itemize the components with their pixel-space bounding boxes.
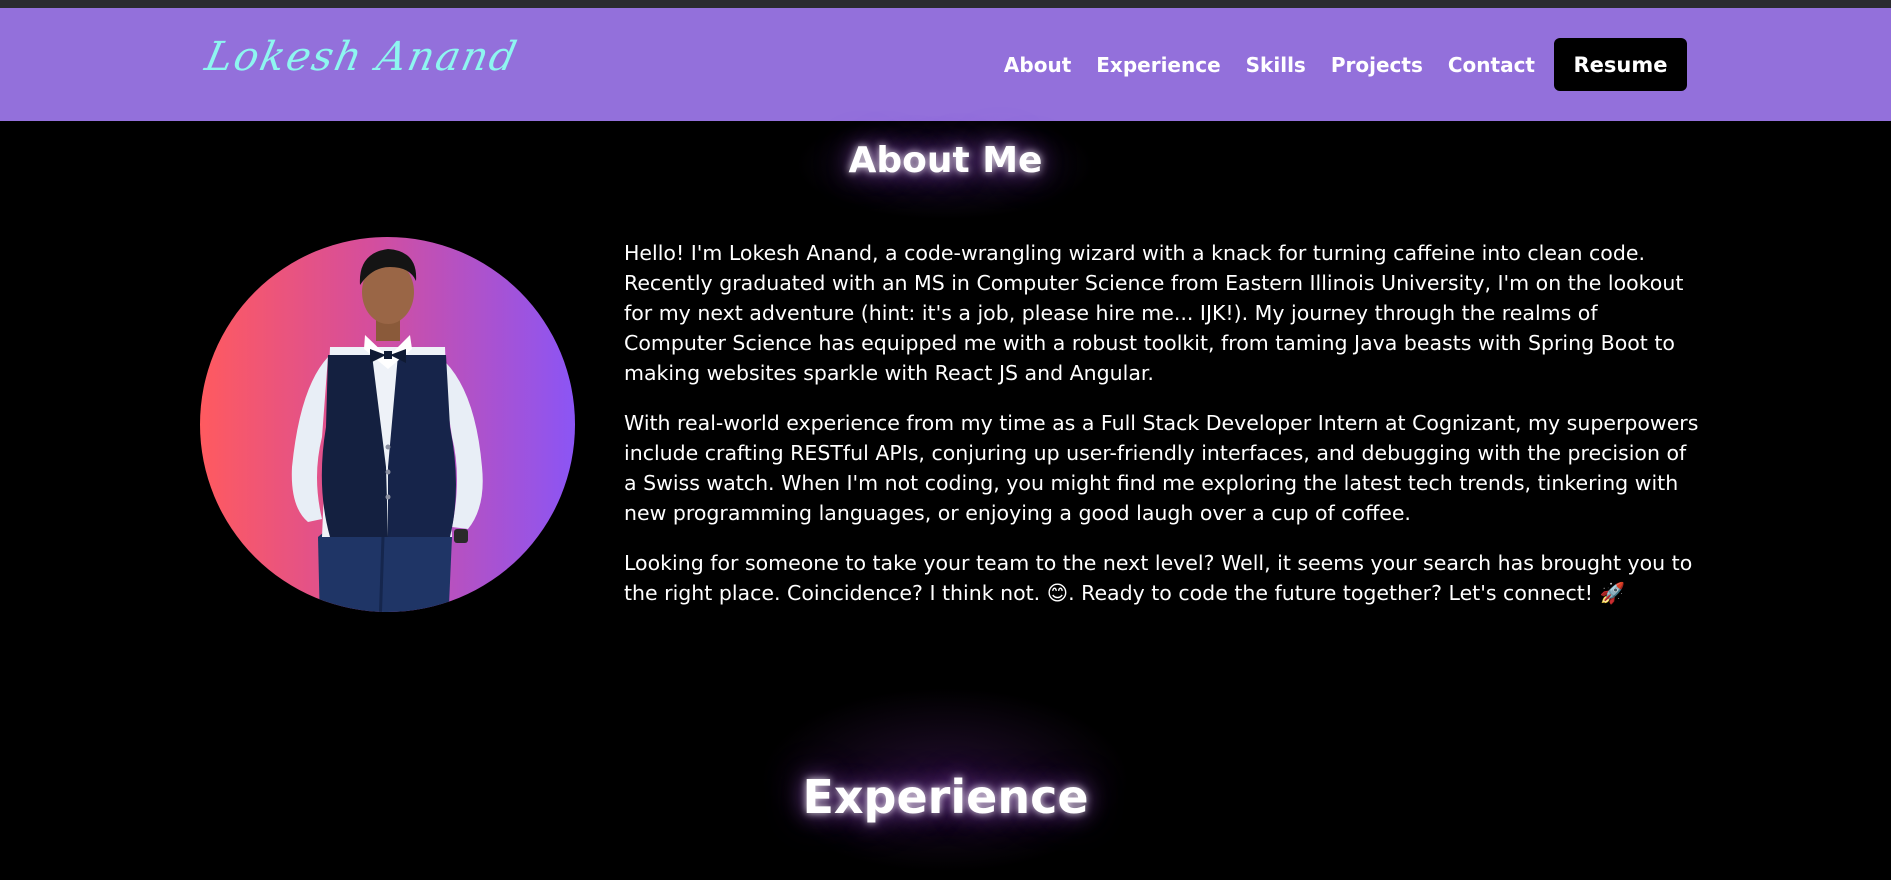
nav-link-about[interactable]: About xyxy=(1004,53,1071,77)
experience-title: Experience xyxy=(802,770,1089,824)
navbar: Lokesh Anand About Experience Skills Pro… xyxy=(0,8,1891,121)
about-paragraph: With real-world experience from my time … xyxy=(624,411,1699,525)
about-paragraph: Hello! I'm Lokesh Anand, a code-wranglin… xyxy=(624,241,1684,385)
about-paragraph: Looking for someone to take your team to… xyxy=(624,551,1693,605)
nav-link-projects[interactable]: Projects xyxy=(1331,53,1423,77)
about-title: About Me xyxy=(848,140,1043,181)
nav-link-contact[interactable]: Contact xyxy=(1448,53,1535,77)
logo[interactable]: Lokesh Anand xyxy=(201,34,522,80)
profile-photo xyxy=(200,237,575,612)
about-description: Hello! I'm Lokesh Anand, a code-wranglin… xyxy=(624,238,1704,628)
nav-link-experience[interactable]: Experience xyxy=(1096,53,1220,77)
person-illustration xyxy=(291,249,483,612)
nav-links: About Experience Skills Projects Contact xyxy=(979,8,1535,121)
resume-button[interactable]: Resume xyxy=(1554,38,1687,91)
browser-top-strip xyxy=(0,0,1891,8)
nav-link-skills[interactable]: Skills xyxy=(1246,53,1306,77)
